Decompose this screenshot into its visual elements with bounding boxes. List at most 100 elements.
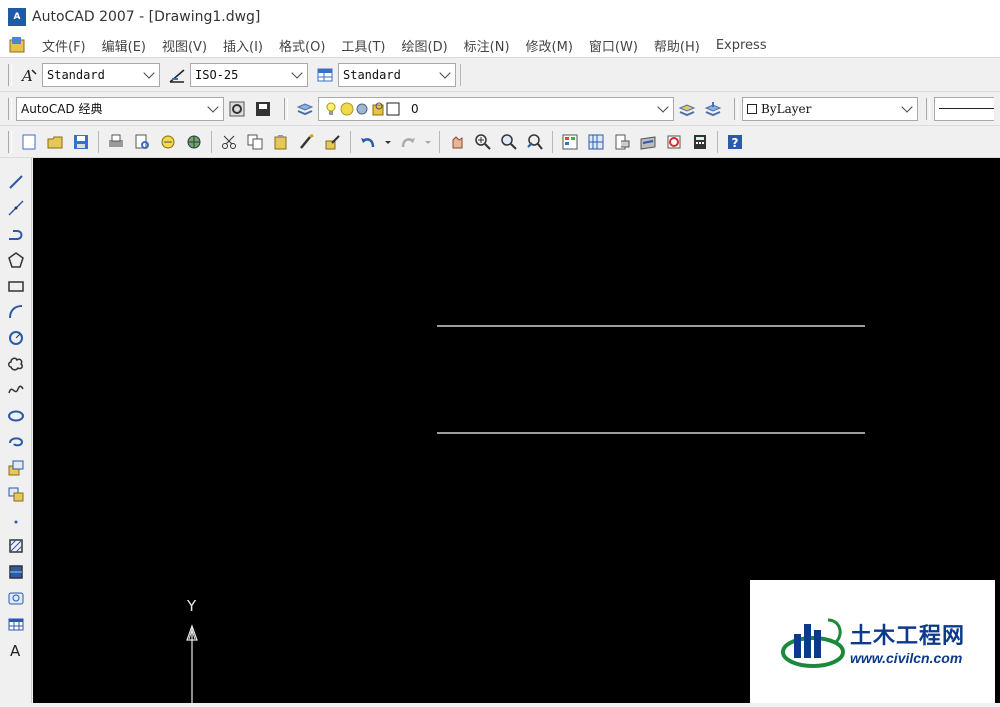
toolbar-grip[interactable]	[734, 97, 738, 120]
zoom-window-icon[interactable]	[498, 131, 520, 153]
make-current-layer-icon[interactable]	[676, 98, 698, 120]
menu-view[interactable]: 视图(V)	[154, 36, 215, 55]
block-editor-icon[interactable]	[322, 131, 344, 153]
menu-modify[interactable]: 修改(M)	[518, 36, 581, 55]
table-icon[interactable]	[3, 612, 29, 636]
chevron-down-icon	[901, 100, 913, 113]
menu-express[interactable]: Express	[708, 38, 775, 53]
redo-icon[interactable]	[397, 131, 419, 153]
3d-dwf-icon[interactable]	[183, 131, 205, 153]
markup-set-manager-icon[interactable]	[663, 131, 685, 153]
text-style-select[interactable]: Standard	[42, 62, 160, 87]
ucs-y-label: Y	[186, 597, 197, 615]
menu-window[interactable]: 窗口(W)	[581, 36, 646, 55]
cut-icon[interactable]	[218, 131, 240, 153]
spline-icon[interactable]	[3, 378, 29, 402]
print-preview-icon[interactable]	[131, 131, 153, 153]
sheet-set-manager-icon[interactable]	[637, 131, 659, 153]
workspace-save-icon[interactable]	[252, 98, 274, 120]
layer-properties-icon[interactable]	[294, 98, 316, 120]
properties-icon[interactable]	[559, 131, 581, 153]
linetype-select[interactable]	[934, 96, 994, 121]
new-file-icon[interactable]	[18, 131, 40, 153]
document-icon[interactable]	[8, 36, 26, 54]
site-watermark: 土木工程网 www.civilcn.com	[750, 580, 995, 703]
revision-cloud-icon[interactable]	[3, 352, 29, 376]
multiline-text-icon[interactable]: A	[3, 638, 29, 662]
dim-style-select[interactable]: ISO-25	[190, 62, 308, 87]
layer-name: 0	[411, 101, 419, 116]
toolbar-grip[interactable]	[926, 97, 930, 120]
hatch-icon[interactable]	[3, 534, 29, 558]
undo-dropdown-icon[interactable]	[383, 131, 393, 153]
table-style-value: Standard	[343, 67, 401, 82]
undo-icon[interactable]	[357, 131, 379, 153]
menu-dimension[interactable]: 标注(N)	[456, 36, 518, 55]
standard-toolbar: ?	[0, 126, 1000, 158]
chevron-down-icon	[143, 66, 155, 79]
construction-line-icon[interactable]	[3, 196, 29, 220]
point-icon[interactable]	[3, 508, 29, 532]
line-icon[interactable]	[3, 170, 29, 194]
workspace-select[interactable]: AutoCAD 经典	[16, 96, 224, 121]
design-center-icon[interactable]	[585, 131, 607, 153]
arc-icon[interactable]	[3, 300, 29, 324]
open-folder-icon[interactable]	[44, 131, 66, 153]
menu-insert[interactable]: 插入(I)	[215, 36, 271, 55]
ellipse-icon[interactable]	[3, 404, 29, 428]
menu-help[interactable]: 帮助(H)	[646, 36, 708, 55]
tool-palettes-icon[interactable]	[611, 131, 633, 153]
print-icon[interactable]	[105, 131, 127, 153]
toolbar-separator	[717, 130, 718, 153]
autocad-app-icon[interactable]: A	[8, 7, 26, 26]
toolbar-grip[interactable]	[284, 97, 288, 120]
paste-icon[interactable]	[270, 131, 292, 153]
table-style-icon[interactable]	[314, 64, 336, 86]
match-properties-icon[interactable]	[296, 131, 318, 153]
linetype-line-icon	[939, 108, 994, 109]
publish-icon[interactable]	[157, 131, 179, 153]
save-icon[interactable]	[70, 131, 92, 153]
zoom-previous-icon[interactable]	[524, 131, 546, 153]
color-value: ByLayer	[761, 101, 812, 116]
dim-style-value: ISO-25	[195, 67, 239, 82]
svg-text:A: A	[10, 642, 21, 659]
menu-bar: 文件(F) 编辑(E) 视图(V) 插入(I) 格式(O) 工具(T) 绘图(D…	[0, 33, 1000, 58]
toolbar-grip[interactable]	[8, 63, 12, 86]
layer-previous-icon[interactable]	[702, 98, 724, 120]
table-style-select[interactable]: Standard	[338, 62, 456, 87]
polygon-icon[interactable]	[3, 248, 29, 272]
menu-edit[interactable]: 编辑(E)	[94, 36, 154, 55]
chevron-down-icon	[207, 100, 219, 113]
redo-dropdown-icon[interactable]	[423, 131, 433, 153]
help-icon[interactable]: ?	[724, 131, 746, 153]
draw-toolbar: A	[0, 158, 32, 703]
workspace-settings-icon[interactable]	[226, 98, 248, 120]
copy-icon[interactable]	[244, 131, 266, 153]
polyline-icon[interactable]	[3, 222, 29, 246]
menu-file[interactable]: 文件(F)	[34, 36, 94, 55]
dim-style-icon[interactable]	[166, 64, 188, 86]
pan-icon[interactable]	[446, 131, 468, 153]
ellipse-arc-icon[interactable]	[3, 430, 29, 454]
toolbar-separator	[211, 130, 212, 153]
menu-format[interactable]: 格式(O)	[271, 36, 333, 55]
quickcalc-icon[interactable]	[689, 131, 711, 153]
chevron-down-icon	[657, 100, 669, 113]
color-select[interactable]: ByLayer	[742, 96, 918, 121]
rectangle-icon[interactable]	[3, 274, 29, 298]
region-icon[interactable]	[3, 586, 29, 610]
layer-select[interactable]: 0	[318, 96, 674, 121]
toolbar-grip[interactable]	[8, 97, 12, 120]
toolbar-separator	[350, 130, 351, 153]
insert-block-icon[interactable]	[3, 456, 29, 480]
chevron-down-icon	[291, 66, 303, 79]
toolbar-grip[interactable]	[8, 130, 12, 153]
text-style-icon[interactable]: A	[18, 64, 40, 86]
make-block-icon[interactable]	[3, 482, 29, 506]
gradient-icon[interactable]	[3, 560, 29, 584]
menu-tools[interactable]: 工具(T)	[333, 36, 393, 55]
menu-draw[interactable]: 绘图(D)	[394, 36, 456, 55]
zoom-realtime-icon[interactable]	[472, 131, 494, 153]
circle-icon[interactable]	[3, 326, 29, 350]
